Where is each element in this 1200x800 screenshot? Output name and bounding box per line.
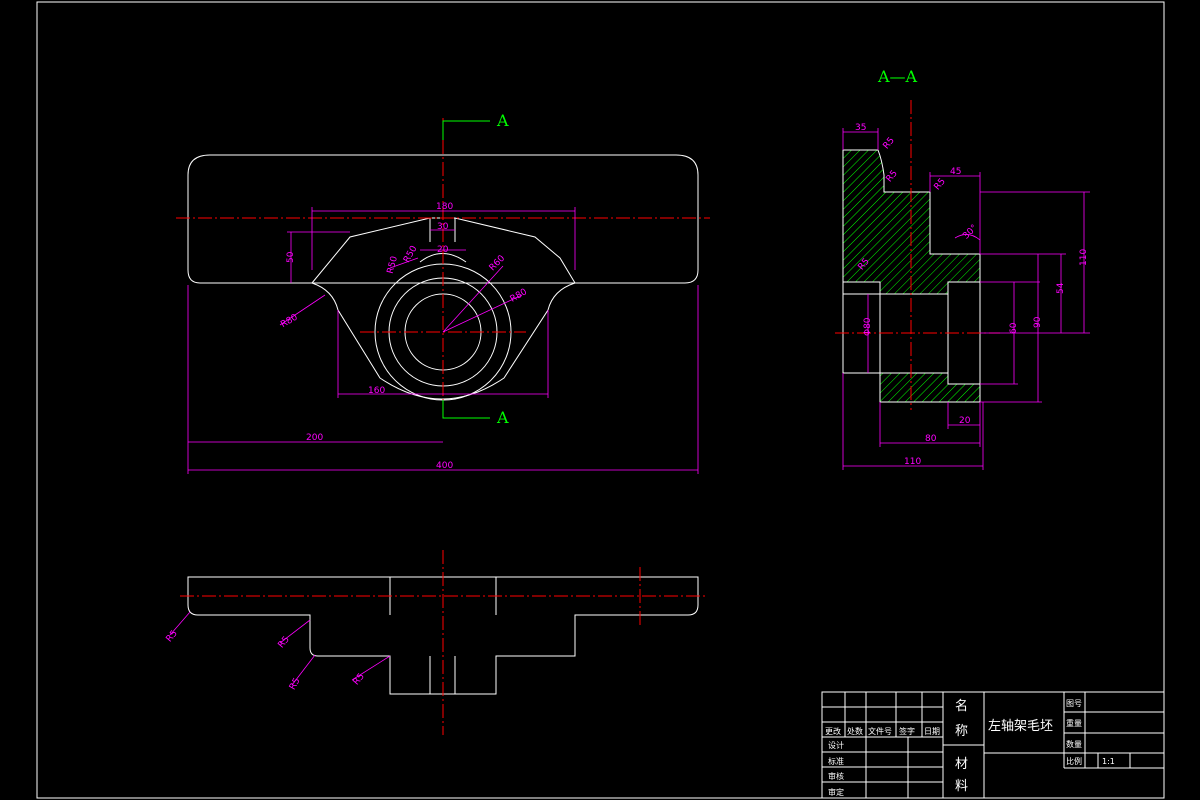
tb-material-label-2: 料 <box>955 779 968 794</box>
dim-50: 50 <box>286 251 296 263</box>
front-centerlines <box>176 118 710 420</box>
dim-r15b: R5 <box>932 177 947 193</box>
dim-angle-30: 30° <box>961 223 979 241</box>
tb-row-approve: 审定 <box>828 787 844 797</box>
tb-row-review: 审核 <box>828 771 844 781</box>
section-mark-top: A <box>496 111 509 130</box>
tb-row-design: 设计 <box>828 740 844 750</box>
dim-45: 45 <box>950 167 961 177</box>
dim-160: 160 <box>368 386 385 396</box>
dim-r80: R80 <box>509 287 530 305</box>
tb-col-sign: 签字 <box>899 726 915 736</box>
tb-name-label-2: 称 <box>955 724 968 739</box>
dim-r5: R5 <box>884 169 899 185</box>
drawing-border <box>36 1 1165 799</box>
tb-col-date: 日期 <box>924 727 940 736</box>
dim-35: 35 <box>855 123 866 133</box>
dim-180: 180 <box>436 202 453 212</box>
dim-r5-b: R5 <box>276 635 291 651</box>
dim-200: 200 <box>306 433 323 443</box>
dim-90: 90 <box>1033 316 1043 328</box>
tb-name-label-1: 名 <box>955 698 968 714</box>
dim-20: 20 <box>437 245 449 255</box>
cad-drawing-canvas: A A 180 30 20 50 R50 R50 R60 R80 R80 160… <box>36 1 1165 799</box>
dim-r60: R60 <box>488 253 508 273</box>
tb-col-docno: 文件号 <box>868 726 892 736</box>
dim-110-horizontal: 110 <box>904 457 921 467</box>
dim-80: 80 <box>925 434 937 444</box>
dim-20: 20 <box>959 416 971 426</box>
tb-qty-label: 数量 <box>1066 739 1082 749</box>
dim-110-vertical: 110 <box>1079 249 1089 266</box>
dim-60: 60 <box>1009 322 1019 334</box>
dim-phi80: Φ80 <box>863 317 873 336</box>
dim-r5-a: R5 <box>164 629 179 645</box>
title-block <box>821 691 1165 799</box>
tb-col-count: 处数 <box>847 726 863 736</box>
tb-scale-label: 比例 <box>1066 756 1082 766</box>
dim-r50a: R50 <box>402 244 420 265</box>
section-cut-markers <box>442 120 490 419</box>
tb-weight-label: 重量 <box>1066 718 1082 728</box>
bottom-centerlines <box>180 550 705 735</box>
tb-row-standard: 标准 <box>828 756 844 766</box>
tb-material-label-1: 材 <box>955 757 968 772</box>
dim-r80b: R80 <box>279 312 300 330</box>
section-title: A—A <box>877 67 918 86</box>
section-mark-bottom: A <box>496 408 509 427</box>
dim-r5-d: R5 <box>351 672 366 688</box>
dim-30: 30 <box>437 222 449 232</box>
dim-54: 54 <box>1056 282 1066 294</box>
dim-r15a: R5 <box>881 136 896 152</box>
dim-r5-c: R5 <box>288 676 303 691</box>
tb-drawing-no-label: 图号 <box>1066 699 1082 708</box>
tb-col-change: 更改 <box>825 726 841 736</box>
dim-r50b: R50 <box>386 255 400 275</box>
tb-part-name: 左轴架毛坯 <box>988 719 1053 734</box>
tb-scale-value: 1:1 <box>1102 757 1115 766</box>
dim-400: 400 <box>436 461 453 471</box>
